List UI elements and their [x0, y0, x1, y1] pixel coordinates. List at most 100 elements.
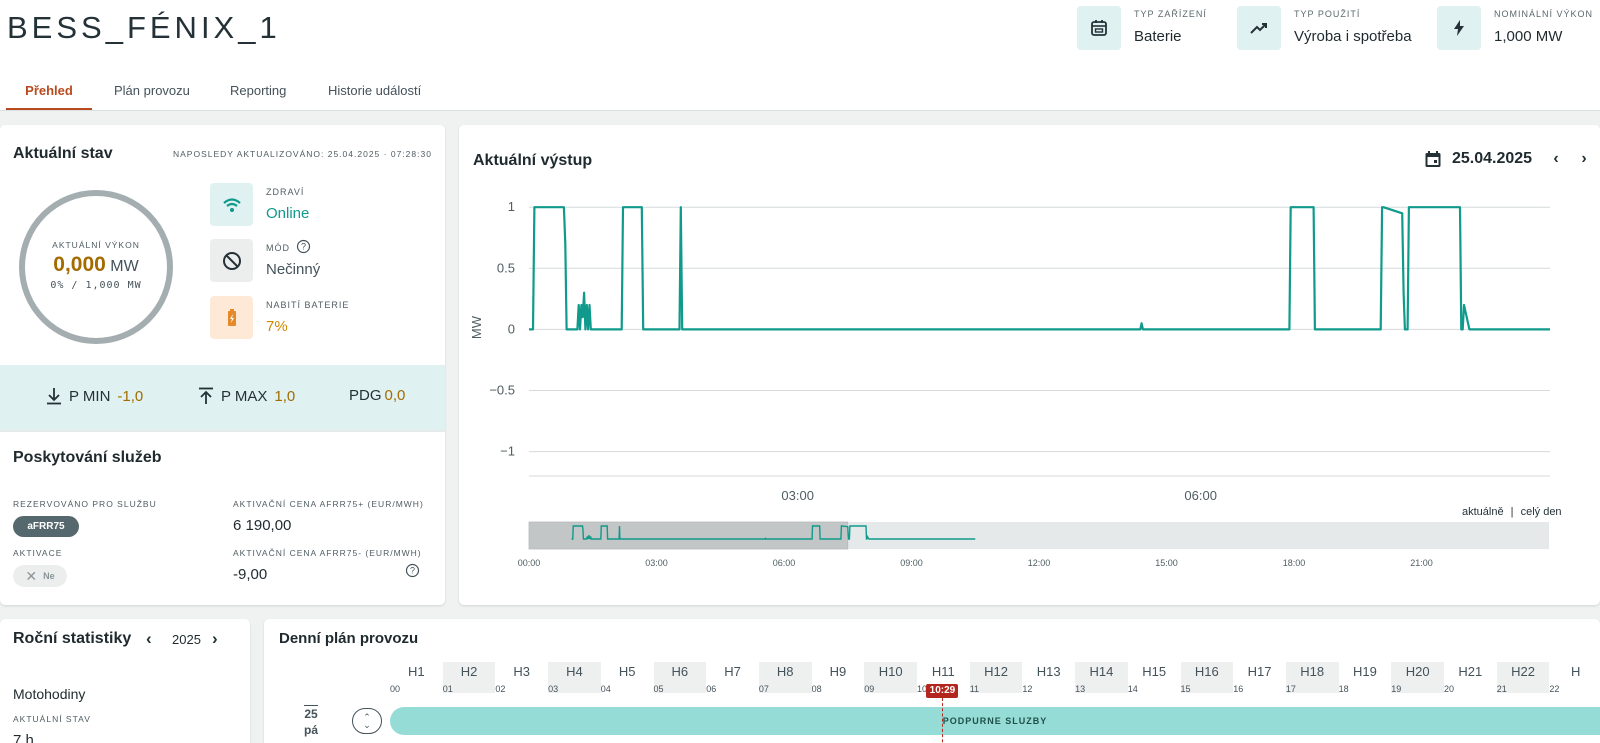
plan-hour-minute: 14 [1127, 684, 1138, 694]
tab-prehled[interactable]: Přehled [6, 74, 92, 110]
mode-row: MÓD ? Nečinný [210, 239, 430, 283]
pmax-label: P MAX [221, 387, 268, 405]
x-tick-label: 06:00 [1184, 488, 1217, 503]
plan-hour-label: H4 [566, 664, 583, 679]
navigator-tick-label: 06:00 [773, 558, 796, 568]
pdg-item: PDG 0,0 [349, 387, 405, 404]
plan-day-name: pá [304, 723, 319, 737]
section-divider [0, 430, 445, 432]
plan-hour-cell: H22 21 [1496, 662, 1550, 694]
plan-hour-label: H19 [1353, 664, 1377, 679]
page-header: BESS_FÉNIX_1 TYP ZAŘÍZENÍ Baterie TYP PO… [0, 0, 1600, 111]
range-navigator[interactable]: 00:00 03:00 06:00 09:00 12:00 15:00 18:00 21:00 [459, 515, 1600, 575]
help-circle-icon[interactable]: ? [296, 239, 311, 254]
plan-hour-cell: H18 17 [1285, 662, 1339, 694]
plan-hour-label: H3 [513, 664, 531, 679]
help-circle-icon[interactable]: ? [405, 563, 420, 578]
last-updated: NAPOSLEDY AKTUALIZOVÁNO: 25.04.2025 · 07… [173, 149, 432, 159]
activation-label: AKTIVACE [13, 548, 63, 558]
pmax-item: P MAX 1,0 [198, 387, 295, 405]
power-sub: 0% / 1,000 MW [50, 280, 142, 291]
pmin-value: -1,0 [117, 387, 144, 405]
wifi-icon [210, 183, 253, 226]
battery-label: NABITÍ BATERIE [266, 300, 350, 310]
y-axis-title: MW [469, 315, 484, 339]
chevron-right-icon[interactable]: › [212, 629, 226, 649]
battery-charging-icon [210, 296, 253, 339]
usage-type-value: Výroba i spotřeba [1294, 28, 1412, 45]
plan-hour-minute: 17 [1285, 684, 1296, 694]
plan-hour-label: H12 [984, 664, 1008, 679]
plan-hour-minute: 12 [1022, 684, 1033, 694]
power-value: 0,000 [53, 253, 106, 276]
price-minus-label: AKTIVAČNÍ CENA AFRR75- (EUR/MWH) [233, 548, 422, 558]
plan-hour-label: H6 [671, 664, 689, 679]
year-value: 2025 [172, 632, 201, 647]
plan-hour-label: H [1571, 664, 1581, 679]
plan-hour-cell: H17 16 [1233, 662, 1286, 694]
price-minus-value: -9,00 [233, 566, 268, 583]
health-row: ZDRAVÍ Online [210, 183, 430, 227]
navigator-tick-label: 18:00 [1283, 558, 1306, 568]
plan-hour-minute: 02 [495, 684, 506, 694]
plan-hour-cell: H6 05 [653, 662, 707, 694]
reserved-label: REZERVOVÁNO PRO SLUŽBU [13, 499, 157, 509]
block-icon [210, 239, 253, 282]
plan-hour-minute: 05 [653, 684, 664, 694]
navigator-tick-label: 12:00 [1028, 558, 1051, 568]
plan-hour-label: H18 [1300, 664, 1325, 679]
nominal-power-value: 1,000 MW [1494, 28, 1563, 45]
navigator-tick-label: 09:00 [900, 558, 923, 568]
plan-hour-minute: 04 [600, 684, 611, 694]
plan-hours-header: H1 00 H2 01 H3 02 H4 03 H5 04 H6 05 H7 06 H8 07 H9 08 H10 0… [390, 662, 1600, 694]
chevron-left-icon[interactable]: ‹ [146, 629, 160, 649]
lightning-icon [1437, 6, 1481, 50]
nominal-power-label: NOMINÁLNÍ VÝKON [1494, 9, 1594, 19]
current-time-line [942, 698, 944, 743]
plan-hour-label: H10 [878, 664, 903, 679]
svg-text:?: ? [301, 242, 306, 252]
yearly-stats-card: Roční statistiky ‹ 2025 › Motohodiny AKT… [0, 619, 250, 743]
activation-chip: ✕ Ne [13, 565, 67, 587]
usage-type-label: TYP POUŽITÍ [1294, 9, 1361, 19]
current-motohours-value: 7 h [13, 732, 34, 743]
plan-hour-cell: H16 15 [1180, 662, 1234, 694]
battery-row: NABITÍ BATERIE 7% [210, 296, 430, 340]
plan-hour-minute: 03 [548, 684, 559, 694]
plan-hour-minute: 08 [811, 684, 822, 694]
plan-hour-cell: H1 00 [390, 662, 443, 694]
y-tick-label: 0.5 [497, 260, 515, 275]
plan-hour-cell: H4 03 [548, 662, 601, 694]
expand-collapse-icon[interactable]: ⌃ ⌄ [352, 708, 382, 734]
plan-hour-minute: 06 [706, 684, 717, 694]
arrow-up-to-line-icon [199, 387, 213, 404]
plan-hour-minute: 21 [1496, 684, 1507, 694]
device-type-label: TYP ZAŘÍZENÍ [1134, 9, 1207, 19]
battery-value: 7% [266, 318, 288, 335]
plan-hour-label: H22 [1511, 664, 1535, 679]
tab-reporting[interactable]: Reporting [230, 74, 286, 110]
plan-hour-minute: 13 [1075, 684, 1086, 694]
plan-hour-cell: H2 01 [442, 662, 496, 694]
tab-historie-udalosti[interactable]: Historie událostí [328, 74, 421, 110]
daily-plan-card: Denní plán provozu H1 00 H2 01 H3 02 H4 03 H5 04 H… [264, 619, 1600, 743]
plan-hour-cell: H14 13 [1075, 662, 1128, 694]
pdg-label: PDG [349, 387, 382, 404]
calendar-box-icon [1077, 6, 1121, 50]
svg-text:?: ? [410, 566, 415, 576]
tab-plan-provozu[interactable]: Plán provozu [114, 74, 190, 110]
plan-day-number: 25 [304, 705, 318, 721]
plan-bar[interactable]: PODPURNE SLUZBY [390, 707, 1600, 735]
plan-hour-cell: H10 09 [864, 662, 917, 694]
plan-hour-label: H5 [618, 664, 636, 679]
navigator-tick-label: 00:00 [518, 558, 541, 568]
navigator-tick-label: 15:00 [1155, 558, 1178, 568]
pdg-value: 0,0 [384, 387, 406, 404]
mode-value: Nečinný [266, 261, 321, 278]
plan-hour-cell: H12 11 [969, 662, 1023, 694]
plan-hour-minute: 20 [1444, 684, 1455, 694]
plan-hour-cell: H5 04 [600, 662, 654, 694]
health-label: ZDRAVÍ [266, 187, 305, 197]
pmin-label: P MIN [69, 387, 111, 405]
plan-hour-minute: 22 [1549, 684, 1560, 694]
